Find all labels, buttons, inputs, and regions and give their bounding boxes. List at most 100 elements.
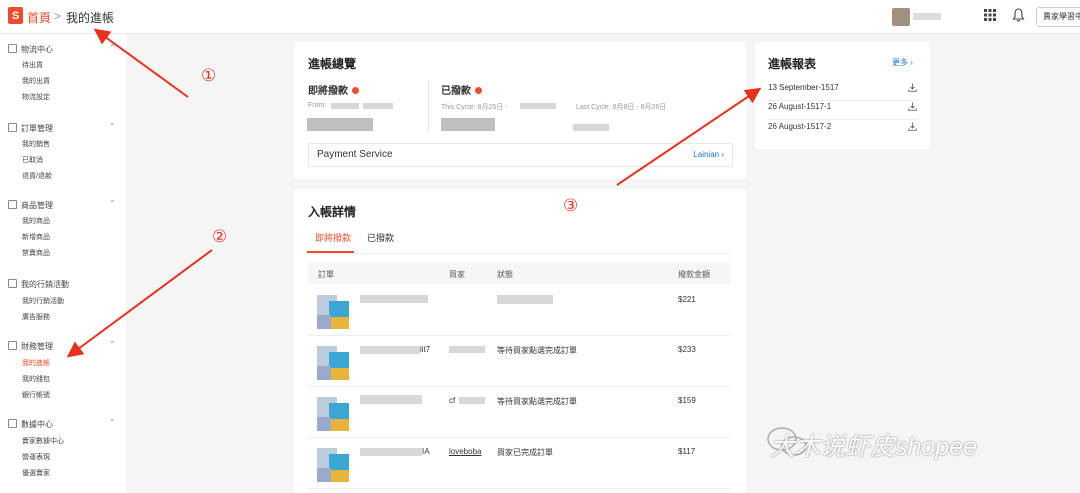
pending-amount-blurred xyxy=(307,118,373,131)
sidebar-item[interactable]: 我的銷售 xyxy=(22,139,50,149)
table-row[interactable]: lit7 等待買家點選完成訂單 $233 xyxy=(308,336,731,387)
shopee-logo-icon[interactable]: S xyxy=(8,7,23,24)
buyer[interactable]: loveboba xyxy=(449,447,481,456)
sidebar-item[interactable]: 物流設定 xyxy=(22,92,50,102)
sidebar-item[interactable]: 我的出貨 xyxy=(22,76,50,86)
report-item[interactable]: 26 August-1517-2 xyxy=(768,120,918,139)
report-item[interactable]: 26 August-1517-1 xyxy=(768,100,918,120)
released-label-text: 已撥款 xyxy=(441,86,471,97)
sidebar-section-label: 財務管理 xyxy=(21,342,53,351)
chevron-up-icon[interactable]: ⌃ xyxy=(109,43,116,52)
sidebar-item[interactable]: 禁賣商品 xyxy=(22,248,50,258)
sidebar-section-data[interactable]: 數據中心 ⌃ xyxy=(8,418,116,430)
tab-pending[interactable]: 即將撥款 xyxy=(315,231,351,244)
report-item-label: 26 August-1517-1 xyxy=(768,102,832,111)
sidebar-item[interactable]: 賣家數據中心 xyxy=(22,436,64,446)
pending-label-text: 即將撥款 xyxy=(308,86,348,97)
last-cycle: Last Cycle: 8月8日 - 8月26日 xyxy=(576,104,667,111)
sidebar-section-label: 訂單管理 xyxy=(21,124,53,133)
table-header: 訂單 買家 狀態 撥款金額 xyxy=(308,262,731,284)
bag-icon xyxy=(8,200,17,209)
tab-baseline xyxy=(307,253,731,254)
report-title: 進帳報表 xyxy=(768,57,817,71)
order-id-blurred xyxy=(360,448,422,456)
table-row[interactable]: IA loveboba 買家已完成訂單 $117 xyxy=(308,438,731,489)
sidebar-item-my-income[interactable]: 我的進帳 xyxy=(22,358,50,368)
sidebar-item[interactable]: 我的行銷活動 xyxy=(22,296,64,306)
annotation-label-3: ③ xyxy=(563,196,579,215)
seller-center-button[interactable]: 賣家學習中心 xyxy=(1036,7,1080,27)
released-amount-blurred xyxy=(441,118,495,131)
apps-grid-icon[interactable] xyxy=(984,9,996,21)
released-label: 已撥款 xyxy=(441,82,482,97)
details-title: 入帳詳情 xyxy=(308,205,357,219)
download-icon[interactable] xyxy=(908,83,917,92)
sidebar-item[interactable]: 銀行帳號 xyxy=(22,390,50,400)
this-cycle-blurred xyxy=(520,103,556,109)
status: 等待買家點選完成訂單 xyxy=(497,346,577,355)
sidebar-item[interactable]: 已取消 xyxy=(22,155,43,165)
order-id-suffix: IA xyxy=(422,447,430,456)
from-date: From: xyxy=(308,102,327,109)
amount: $159 xyxy=(678,396,696,405)
report-item-label: 26 August-1517-2 xyxy=(768,122,832,131)
sidebar-item[interactable]: 退貨/退款 xyxy=(22,171,52,181)
info-icon[interactable] xyxy=(352,87,359,94)
payment-service-link[interactable]: Lainian › xyxy=(693,150,724,159)
column-amount: 撥款金額 xyxy=(678,270,710,279)
more-link[interactable]: 更多 › xyxy=(892,57,913,68)
overview-title: 進帳總覽 xyxy=(308,57,357,71)
download-icon[interactable] xyxy=(908,102,917,111)
clipboard-icon xyxy=(8,123,17,132)
sidebar-item[interactable]: 優選賣家 xyxy=(22,468,50,478)
chevron-up-icon[interactable]: ⌃ xyxy=(109,340,116,349)
download-icon[interactable] xyxy=(908,122,917,131)
annotation-label-2: ② xyxy=(212,227,228,246)
sidebar-section-products[interactable]: 商品管理 ⌃ xyxy=(8,199,116,211)
table-row[interactable]: $221 xyxy=(308,285,731,336)
avatar[interactable] xyxy=(892,8,910,26)
last-amount-blurred xyxy=(573,124,609,131)
order-id-blurred xyxy=(360,346,420,354)
breadcrumb-current: 我的進帳 xyxy=(66,11,115,25)
sidebar-item[interactable]: 新增商品 xyxy=(22,232,50,242)
tab-released[interactable]: 已撥款 xyxy=(367,231,394,244)
chevron-up-icon[interactable]: ⌃ xyxy=(109,122,116,131)
buyer: cf xyxy=(449,396,456,405)
sidebar-item[interactable]: 營運表現 xyxy=(22,452,50,462)
buyer-blurred xyxy=(449,346,485,353)
divider xyxy=(428,80,429,132)
product-thumbnail[interactable] xyxy=(317,295,349,329)
sidebar-item[interactable]: 廣告服務 xyxy=(22,312,50,322)
sidebar-section-orders[interactable]: 訂單管理 ⌃ xyxy=(8,122,116,134)
this-cycle: This Cycle: 8月25日 - xyxy=(441,104,508,111)
breadcrumb-home[interactable]: 首頁 xyxy=(27,9,51,26)
product-thumbnail[interactable] xyxy=(317,448,349,482)
amount: $221 xyxy=(678,295,696,304)
sidebar-section-logistics[interactable]: 物流中心 ⌃ xyxy=(8,43,116,55)
buyer-blurred xyxy=(459,397,485,404)
product-thumbnail[interactable] xyxy=(317,346,349,380)
table-row[interactable]: cf 等待買家點選完成訂單 $159 xyxy=(308,387,731,438)
wallet-icon xyxy=(8,341,17,350)
report-item[interactable]: 13 September-1517 xyxy=(768,81,918,101)
report-item-label: 13 September-1517 xyxy=(768,83,839,92)
username-blurred[interactable] xyxy=(913,13,941,20)
sidebar-item[interactable]: 我的錢包 xyxy=(22,374,50,384)
sidebar-item[interactable]: 待出貨 xyxy=(22,60,43,70)
sidebar-item[interactable]: 我的商品 xyxy=(22,216,50,226)
info-icon[interactable] xyxy=(475,87,482,94)
breadcrumb-separator: > xyxy=(54,9,62,23)
product-thumbnail[interactable] xyxy=(317,397,349,431)
chevron-up-icon[interactable]: ⌃ xyxy=(109,418,116,427)
pending-label: 即將撥款 xyxy=(308,82,359,97)
sidebar-section-label: 我的行銷活動 xyxy=(21,280,69,289)
bell-icon[interactable] xyxy=(1012,8,1025,22)
chevron-up-icon[interactable]: ⌃ xyxy=(109,199,116,208)
order-id-blurred xyxy=(360,395,422,404)
sidebar-section-finance[interactable]: 財務管理 ⌃ xyxy=(8,340,116,352)
more-link-text: 更多 xyxy=(892,58,908,67)
watermark-text: 大木说虾皮shopee xyxy=(770,433,978,461)
payment-service-row[interactable]: Payment Service Lainian › xyxy=(308,143,733,167)
sidebar-section-marketing[interactable]: 我的行銷活動 xyxy=(8,279,69,290)
